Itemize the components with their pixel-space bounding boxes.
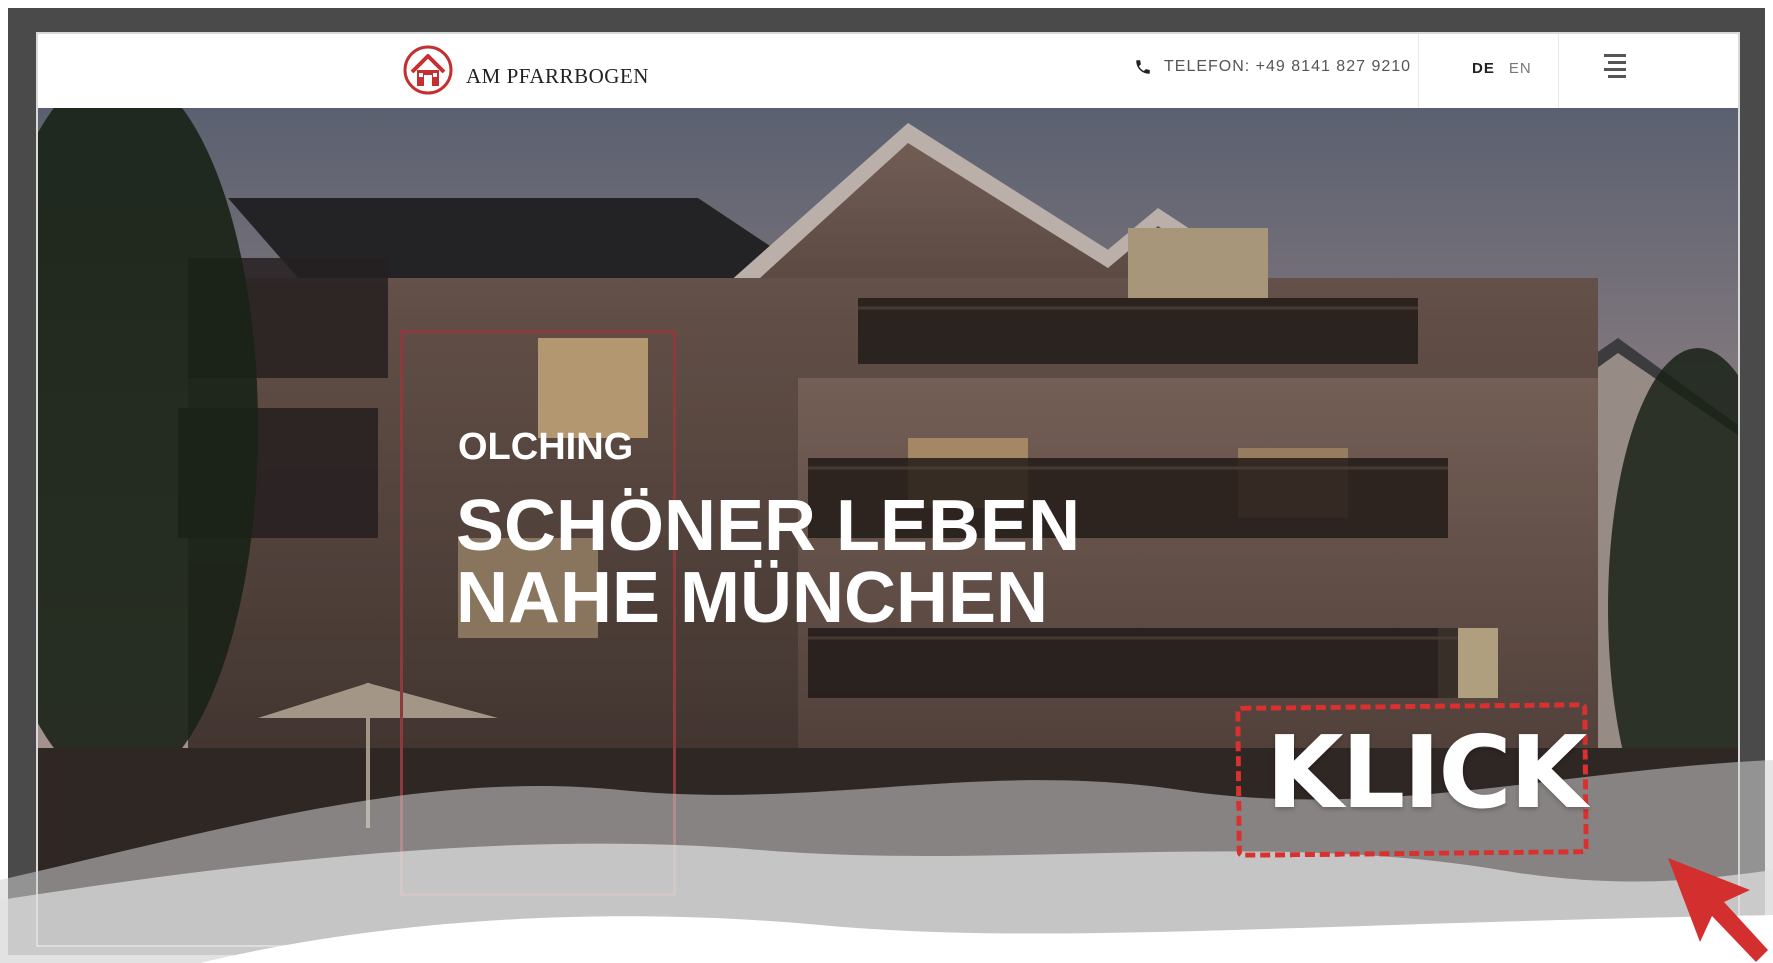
hero-headline-line2: NAHE MÜNCHEN xyxy=(456,558,1048,638)
language-de-link[interactable]: DE xyxy=(1472,60,1495,77)
logo-link[interactable]: AM PFARRBOGEN xyxy=(402,44,649,96)
house-icon xyxy=(403,45,453,95)
site-header: AM PFARRBOGEN TELEFON: +49 8141 827 9210… xyxy=(38,34,1738,109)
language-switcher: DE EN xyxy=(1472,60,1532,77)
hamburger-menu-icon[interactable] xyxy=(1598,50,1632,84)
callout-label: KLICK xyxy=(1266,714,1587,831)
hero-headline-line1: SCHÖNER LEBEN xyxy=(456,486,1081,566)
hero-location-label: OLCHING xyxy=(458,426,634,468)
phone-label: TELEFON: +49 8141 827 9210 xyxy=(1164,58,1412,75)
phone-link[interactable]: TELEFON: +49 8141 827 9210 xyxy=(1134,58,1411,76)
logo-text: AM PFARRBOGEN xyxy=(466,63,649,88)
header-divider xyxy=(1558,34,1559,108)
hero-headline: SCHÖNER LEBEN NAHE MÜNCHEN xyxy=(456,490,1080,634)
header-divider xyxy=(1418,34,1419,108)
language-en-link[interactable]: EN xyxy=(1509,60,1532,77)
arrow-cursor-icon xyxy=(1668,858,1768,962)
phone-icon xyxy=(1136,60,1150,74)
